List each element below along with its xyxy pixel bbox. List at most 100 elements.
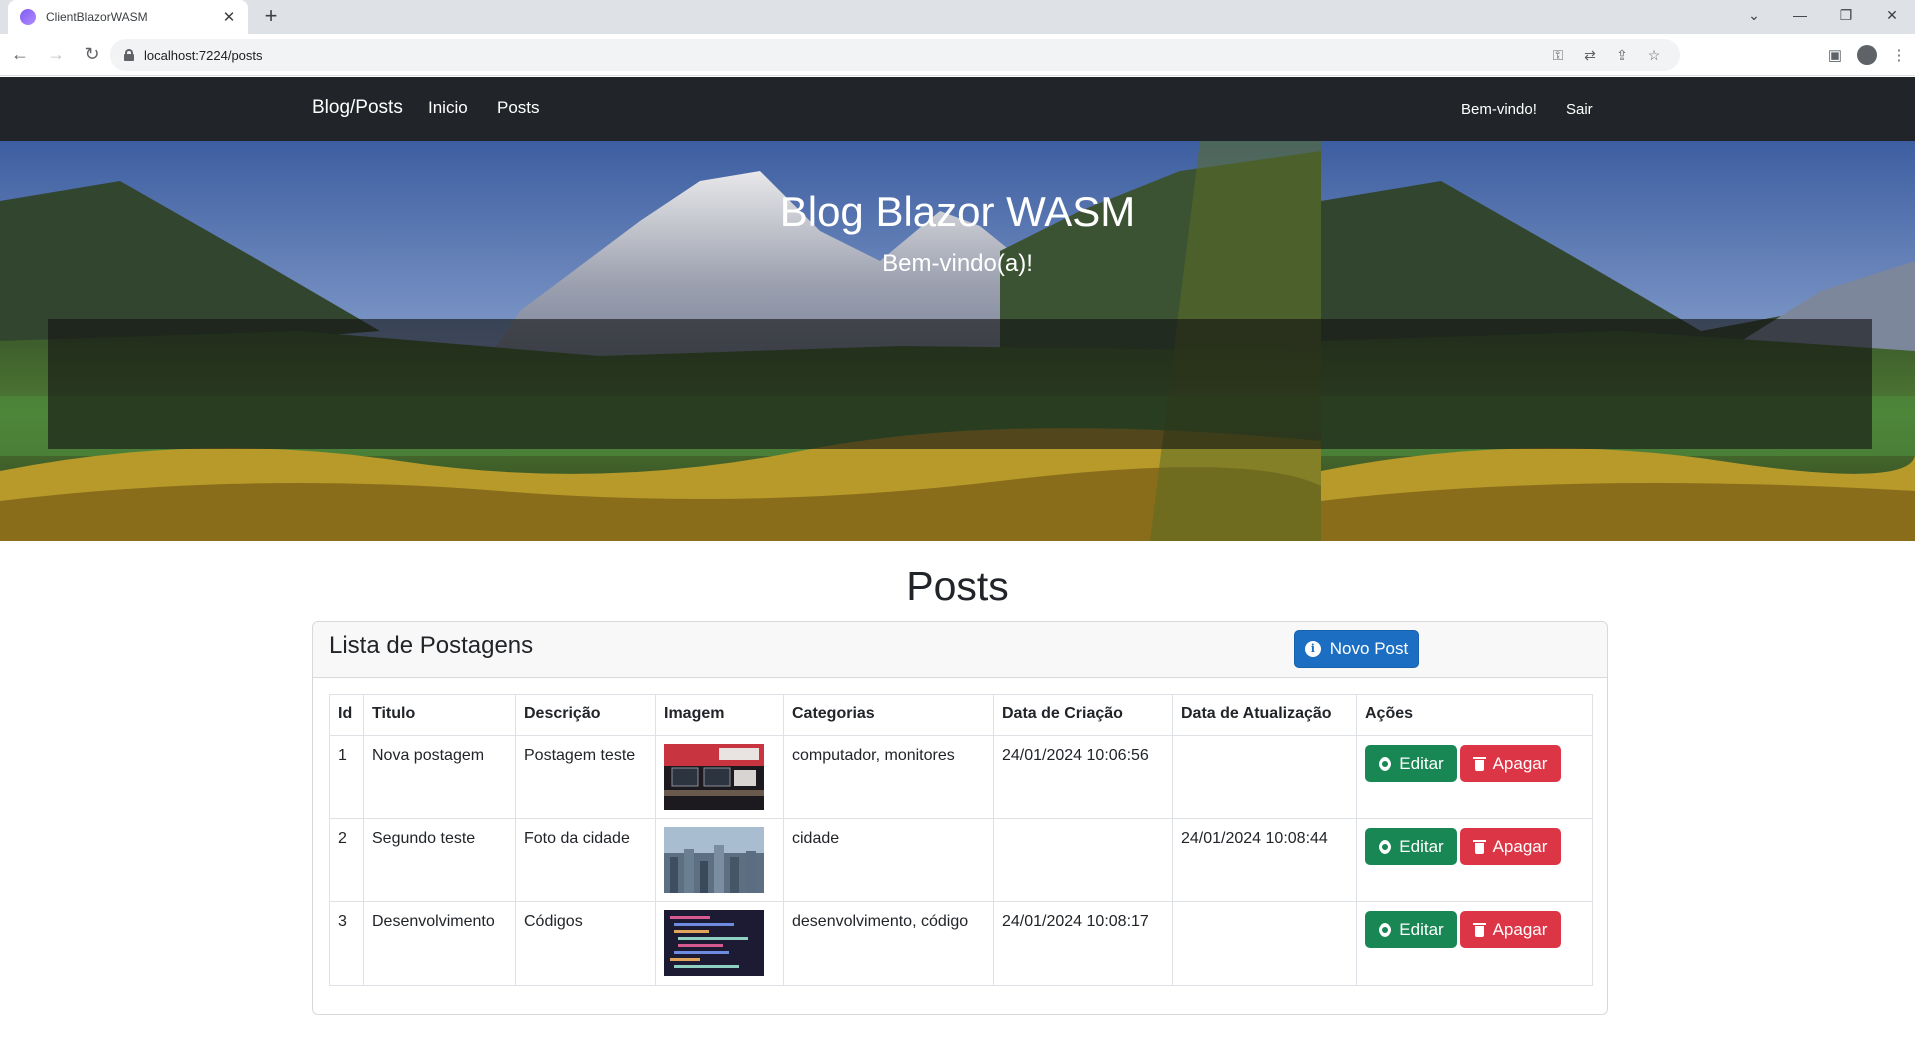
address-bar[interactable]: localhost:7224/posts ⚿ ⇄ ⇪ ☆ bbox=[110, 39, 1680, 71]
page-title: Posts bbox=[906, 563, 1009, 609]
cell-titulo: Nova postagem bbox=[363, 735, 516, 819]
cell-categorias: computador, monitores bbox=[783, 735, 994, 819]
cell-descricao: Códigos bbox=[515, 901, 656, 986]
cell-categorias: desenvolvimento, código bbox=[783, 901, 994, 986]
edit-label: Editar bbox=[1399, 753, 1444, 773]
delete-label: Apagar bbox=[1492, 836, 1548, 856]
trash-icon bbox=[1472, 756, 1486, 771]
back-button[interactable]: ← bbox=[4, 39, 36, 71]
tab-title: ClientBlazorWASM bbox=[46, 10, 148, 24]
cell-acoes: Editar Apagar bbox=[1356, 818, 1593, 902]
gear-icon bbox=[1378, 757, 1392, 771]
edit-label: Editar bbox=[1399, 919, 1444, 939]
url-text[interactable]: localhost:7224/posts bbox=[144, 48, 263, 63]
share-icon[interactable]: ⇪ bbox=[1606, 47, 1638, 64]
nav-link-inicio[interactable]: Inicio bbox=[428, 98, 468, 118]
cell-titulo: Desenvolvimento bbox=[363, 901, 516, 986]
info-circle-icon: i bbox=[1304, 641, 1321, 657]
minimize-button[interactable]: — bbox=[1777, 7, 1823, 23]
table-header-row: Id Titulo Descrição Imagem Categorias Da… bbox=[329, 694, 1593, 736]
cell-titulo: Segundo teste bbox=[363, 818, 516, 902]
cell-categorias: cidade bbox=[783, 818, 994, 902]
welcome-text: Bem-vindo! bbox=[1461, 101, 1537, 118]
cell-data-criacao: 24/01/2024 10:06:56 bbox=[993, 735, 1173, 819]
posts-table: Id Titulo Descrição Imagem Categorias Da… bbox=[329, 694, 1593, 986]
close-window-button[interactable]: ✕ bbox=[1869, 7, 1915, 24]
column-header-categorias: Categorias bbox=[783, 694, 994, 736]
hero-overlay bbox=[48, 319, 1872, 449]
delete-label: Apagar bbox=[1492, 919, 1548, 939]
blazor-favicon-icon bbox=[20, 9, 36, 25]
new-tab-button[interactable]: + bbox=[258, 4, 284, 30]
trash-icon bbox=[1472, 922, 1486, 937]
forward-button[interactable]: → bbox=[40, 39, 72, 71]
edit-button[interactable]: Editar bbox=[1365, 745, 1457, 782]
menu-kebab-icon[interactable]: ⋮ bbox=[1883, 46, 1915, 64]
cell-data-criacao: 24/01/2024 10:08:17 bbox=[993, 901, 1173, 986]
cell-descricao: Foto da cidade bbox=[515, 818, 656, 902]
browser-tabbar: ClientBlazorWASM ✕ + ⌄ — ❐ ✕ bbox=[0, 0, 1915, 34]
column-header-acoes: Ações bbox=[1356, 694, 1593, 736]
navbar-brand[interactable]: Blog/Posts bbox=[312, 97, 403, 119]
edit-label: Editar bbox=[1399, 836, 1444, 856]
delete-button[interactable]: Apagar bbox=[1460, 911, 1561, 948]
side-panel-icon[interactable]: ▣ bbox=[1819, 46, 1851, 64]
cell-id: 2 bbox=[329, 818, 364, 902]
post-thumbnail-image bbox=[664, 910, 764, 976]
omnibox-icons: ⚿ ⇄ ⇪ ☆ bbox=[1542, 39, 1670, 71]
cell-data-atualizacao bbox=[1172, 735, 1357, 819]
translate-icon[interactable]: ⇄ bbox=[1574, 47, 1606, 64]
card-title: Lista de Postagens bbox=[329, 632, 534, 659]
restore-button[interactable]: ❐ bbox=[1823, 7, 1869, 24]
profile-avatar-icon[interactable] bbox=[1857, 45, 1877, 65]
browser-toolbar: ← → ↻ localhost:7224/posts ⚿ ⇄ ⇪ ☆ ▣ ⋮ bbox=[0, 34, 1915, 76]
cell-imagem bbox=[655, 818, 784, 902]
delete-button[interactable]: Apagar bbox=[1460, 745, 1561, 782]
trash-icon bbox=[1472, 839, 1486, 854]
column-header-titulo: Titulo bbox=[363, 694, 516, 736]
cell-data-atualizacao bbox=[1172, 901, 1357, 986]
delete-button[interactable]: Apagar bbox=[1460, 828, 1561, 865]
edit-button[interactable]: Editar bbox=[1365, 828, 1457, 865]
post-thumbnail-image bbox=[664, 744, 764, 810]
cell-imagem bbox=[655, 901, 784, 986]
new-post-button[interactable]: i Novo Post bbox=[1294, 630, 1419, 668]
cell-imagem bbox=[655, 735, 784, 819]
delete-label: Apagar bbox=[1492, 753, 1548, 773]
cell-data-criacao bbox=[993, 818, 1173, 902]
new-post-label: Novo Post bbox=[1329, 639, 1409, 658]
browser-tab[interactable]: ClientBlazorWASM ✕ bbox=[8, 0, 248, 34]
app-navbar: Blog/Posts Inicio Posts Bem-vindo! Sair bbox=[0, 77, 1915, 141]
logout-link[interactable]: Sair bbox=[1566, 101, 1593, 118]
cell-descricao: Postagem teste bbox=[515, 735, 656, 819]
gear-icon bbox=[1378, 840, 1392, 854]
column-header-id: Id bbox=[329, 694, 364, 736]
cell-acoes: Editar Apagar bbox=[1356, 735, 1593, 819]
toolbar-right: ▣ ⋮ bbox=[1819, 34, 1915, 76]
tab-search-icon[interactable]: ⌄ bbox=[1731, 7, 1777, 24]
window-controls: ⌄ — ❐ ✕ bbox=[1731, 0, 1915, 30]
bookmark-star-icon[interactable]: ☆ bbox=[1638, 47, 1670, 64]
lock-icon[interactable] bbox=[124, 49, 134, 61]
column-header-data-criacao: Data de Criação bbox=[993, 694, 1173, 736]
close-tab-icon[interactable]: ✕ bbox=[220, 8, 238, 26]
posts-card: Lista de Postagens i Novo Post Id Titulo… bbox=[312, 621, 1608, 1015]
hero-subtitle: Bem-vindo(a)! bbox=[882, 250, 1033, 277]
column-header-descricao: Descrição bbox=[515, 694, 656, 736]
cell-id: 1 bbox=[329, 735, 364, 819]
gear-icon bbox=[1378, 923, 1392, 937]
cell-id: 3 bbox=[329, 901, 364, 986]
table-row: 3 Desenvolvimento Códigos desenvolviment… bbox=[329, 901, 1593, 986]
edit-button[interactable]: Editar bbox=[1365, 911, 1457, 948]
table-row: 1 Nova postagem Postagem teste computado… bbox=[329, 735, 1593, 819]
key-icon[interactable]: ⚿ bbox=[1542, 47, 1574, 64]
card-header: Lista de Postagens i Novo Post bbox=[313, 622, 1607, 678]
cell-acoes: Editar Apagar bbox=[1356, 901, 1593, 986]
hero-title: Blog Blazor WASM bbox=[779, 188, 1136, 235]
nav-link-posts[interactable]: Posts bbox=[497, 98, 540, 118]
reload-button[interactable]: ↻ bbox=[76, 39, 108, 71]
table-row: 2 Segundo teste Foto da cidade cidade 24… bbox=[329, 818, 1593, 902]
cell-data-atualizacao: 24/01/2024 10:08:44 bbox=[1172, 818, 1357, 902]
column-header-imagem: Imagem bbox=[655, 694, 784, 736]
post-thumbnail-image bbox=[664, 827, 764, 893]
